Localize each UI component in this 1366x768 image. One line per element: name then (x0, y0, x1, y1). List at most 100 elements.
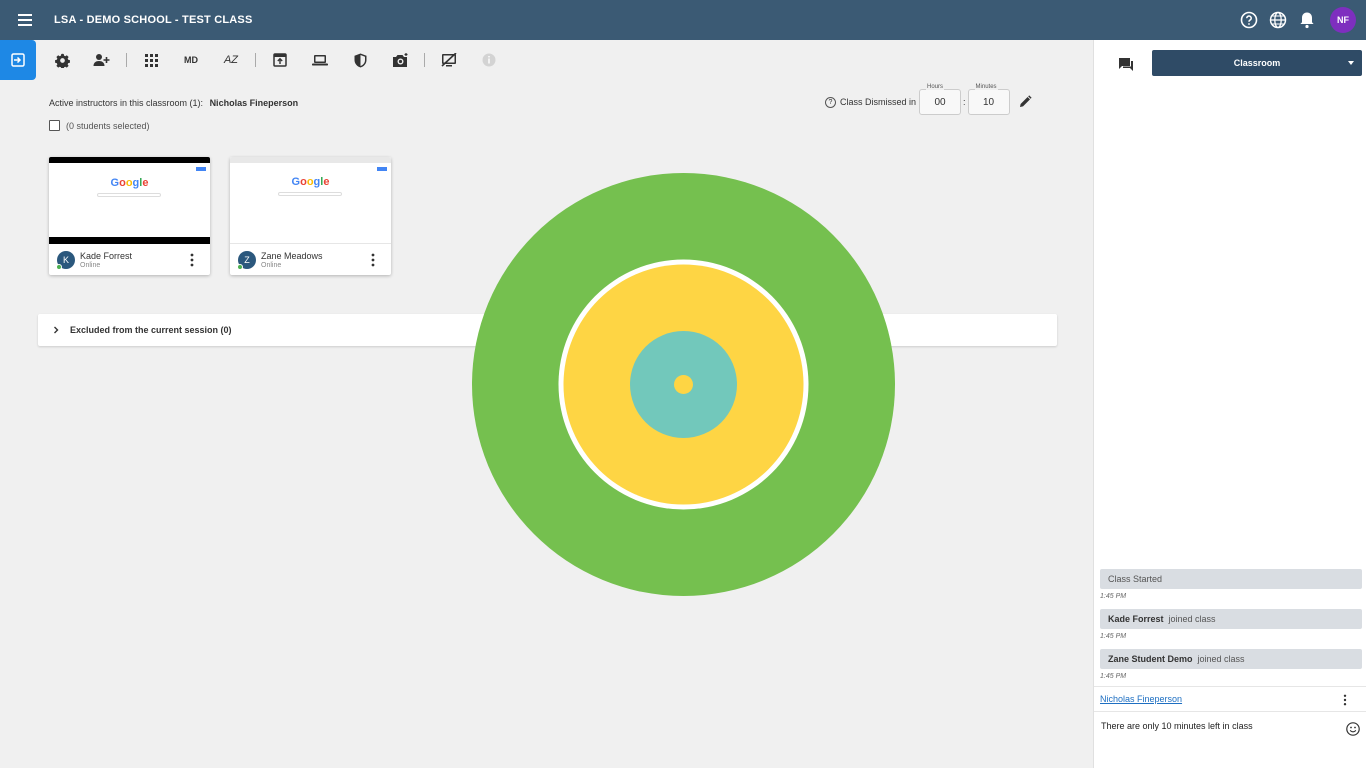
hours-field[interactable]: Hours 00 (919, 84, 962, 115)
settings-button[interactable] (42, 40, 82, 80)
message-input[interactable]: There are only 10 minutes left in class (1101, 721, 1253, 731)
classroom-selector-label: Classroom (1233, 58, 1281, 68)
chat-panel: Classroom Class Started 1:45 PM Kade For… (1093, 40, 1366, 768)
laptop-button[interactable] (300, 40, 340, 80)
classroom-selector[interactable]: Classroom (1152, 50, 1362, 76)
compose-author-link[interactable]: Nicholas Fineperson (1100, 694, 1182, 704)
sort-az-button[interactable]: AZ (211, 40, 251, 80)
screen-off-icon (441, 53, 457, 67)
add-student-icon (93, 54, 110, 66)
class-dismiss-timer: ? Class Dismissed in Hours 00 : Minutes … (825, 84, 1032, 115)
help-icon[interactable] (1239, 10, 1259, 30)
hours-value: 00 (934, 96, 946, 108)
globe-icon[interactable] (1268, 10, 1288, 30)
toolbar-divider (126, 53, 127, 67)
edit-pencil-icon[interactable] (1018, 95, 1032, 109)
grid-view-button[interactable] (131, 40, 171, 80)
student-status: Online (261, 262, 282, 269)
emoji-icon[interactable] (1346, 722, 1360, 736)
disabled-action-button[interactable] (469, 40, 509, 80)
toolbar-divider (424, 53, 425, 67)
dismiss-help-icon[interactable]: ? (825, 96, 836, 108)
active-instructor-name: Nicholas Fineperson (209, 98, 299, 108)
chat-message: Zane Student Demo joined class (1100, 649, 1362, 669)
blank-screens-button[interactable] (429, 40, 469, 80)
minutes-field[interactable]: Minutes 10 (967, 84, 1010, 115)
student-avatar: K (56, 251, 75, 270)
student-card[interactable]: Google Z Zane Meadows Online (230, 157, 391, 275)
disabled-circle-icon (482, 53, 496, 67)
select-all-checkbox[interactable] (49, 120, 60, 131)
time-colon: : (963, 97, 966, 107)
active-instructors-label: Active instructors in this classroom (1)… (49, 98, 204, 108)
more-vert-icon[interactable] (371, 253, 375, 267)
message-text: joined class (1168, 614, 1216, 624)
google-logo: Google (110, 177, 149, 189)
message-time: 1:45 PM (1100, 633, 1127, 640)
target-center-dot (674, 375, 693, 394)
open-tab-icon (273, 53, 287, 67)
hours-label: Hours (926, 84, 945, 90)
bell-icon[interactable] (1297, 10, 1317, 30)
active-instructors: Active instructors in this classroom (1)… (49, 98, 298, 108)
dismiss-label: Class Dismissed in (840, 97, 917, 107)
thumb-signin (196, 167, 206, 171)
minutes-value: 10 (982, 96, 995, 108)
focus-target-overlay (472, 173, 895, 596)
add-student-button[interactable] (82, 40, 122, 80)
laptop-icon (312, 55, 328, 66)
thumb-tabbar (230, 157, 391, 163)
screen-thumbnail[interactable]: Google (230, 157, 391, 244)
student-status: Online (80, 262, 101, 269)
more-vert-icon[interactable] (1343, 694, 1347, 706)
screenshot-button[interactable] (380, 40, 420, 80)
message-time: 1:45 PM (1100, 673, 1127, 680)
student-avatar: Z (237, 251, 256, 270)
shield-icon (354, 53, 366, 67)
chat-message: Class Started (1100, 569, 1362, 589)
google-logo: Google (291, 176, 330, 188)
exit-class-button[interactable] (0, 40, 36, 80)
thumb-signin (377, 167, 387, 171)
student-name: Zane Meadows (261, 251, 323, 261)
screen-thumbnail[interactable]: Google (49, 157, 210, 244)
online-dot (237, 264, 243, 270)
message-text: Class Started (1108, 574, 1163, 584)
message-time: 1:45 PM (1100, 593, 1127, 600)
top-bar: LSA - DEMO SCHOOL - TEST CLASS NF (0, 0, 1366, 40)
student-card-footer: Z Zane Meadows Online (230, 245, 391, 275)
message-author: Zane Student Demo (1108, 654, 1193, 664)
grid-icon (144, 53, 158, 67)
app-title: LSA - DEMO SCHOOL - TEST CLASS (54, 14, 253, 26)
thumb-searchbar (278, 192, 342, 196)
minutes-label: Minutes (974, 84, 998, 90)
excluded-label: Excluded from the current session (0) (70, 325, 232, 335)
chat-message: Kade Forrest joined class (1100, 609, 1362, 629)
user-avatar[interactable]: NF (1330, 7, 1356, 33)
more-vert-icon[interactable] (190, 253, 194, 267)
sort-md-button[interactable]: MD (171, 40, 211, 80)
chat-icon[interactable] (1118, 57, 1134, 73)
menu-icon (18, 14, 32, 26)
sort-az-label: AZ (223, 54, 239, 66)
dropdown-caret-icon (1348, 61, 1354, 65)
exit-class-icon (11, 53, 25, 67)
toolbar-divider (255, 53, 256, 67)
toolbar: MD AZ (0, 40, 1093, 80)
online-dot (56, 264, 62, 270)
message-text: joined class (1197, 654, 1245, 664)
student-name: Kade Forrest (80, 251, 133, 261)
camera-icon (392, 52, 407, 67)
menu-button[interactable] (0, 0, 50, 40)
thumb-searchbar (97, 193, 161, 197)
compose-author-row: Nicholas Fineperson (1094, 686, 1366, 712)
open-tab-button[interactable] (260, 40, 300, 80)
student-card-footer: K Kade Forrest Online (49, 245, 210, 275)
students-selected-label: (0 students selected) (66, 120, 150, 131)
select-all-row: (0 students selected) (49, 120, 150, 131)
student-card[interactable]: Google K Kade Forrest Online (49, 157, 210, 275)
message-author: Kade Forrest (1108, 614, 1164, 624)
chevron-right-icon (54, 326, 59, 334)
shield-button[interactable] (340, 40, 380, 80)
gear-icon (54, 53, 70, 68)
